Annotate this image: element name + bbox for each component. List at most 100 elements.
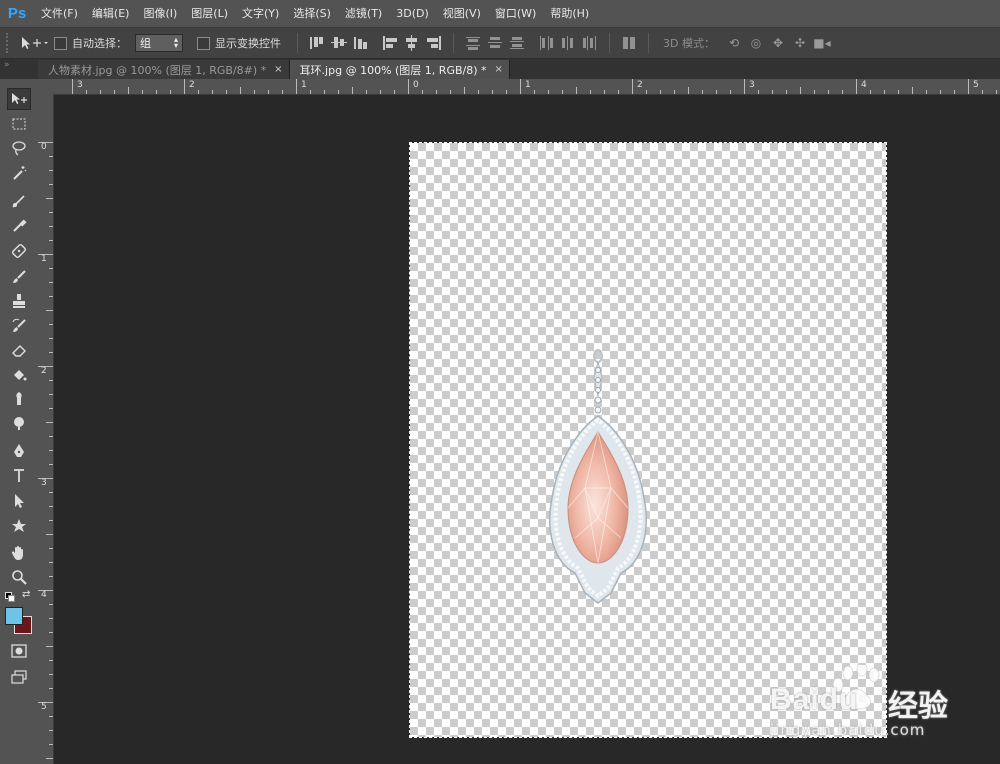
show-transform-label: 显示变换控件	[215, 37, 281, 50]
magic-wand-tool-icon[interactable]	[7, 162, 31, 184]
tab-earring[interactable]: 耳环.jpg @ 100% (图层 1, RGB/8) * ×	[289, 60, 510, 79]
ruler-label: 3	[41, 478, 47, 488]
ruler-label: 3	[77, 80, 83, 90]
menu-edit[interactable]: 编辑(E)	[85, 0, 137, 27]
auto-select-value: 组	[140, 37, 151, 50]
toolbar-collapse-toggle[interactable]: »	[0, 59, 38, 79]
separator	[648, 33, 649, 53]
ruler-vertical[interactable]: 0 1 2 3 4 5	[38, 94, 54, 764]
ruler-ticks	[72, 79, 997, 94]
align-bottom-icon[interactable]	[353, 35, 369, 51]
brush-tool-icon[interactable]	[7, 266, 31, 288]
3d-mode-label: 3D 模式：	[663, 37, 715, 50]
menu-type[interactable]: 文字(Y)	[235, 0, 286, 27]
close-icon[interactable]: ×	[274, 64, 282, 75]
distribute-right-icon[interactable]	[582, 35, 598, 51]
options-grip[interactable]	[6, 33, 14, 53]
align-left-icon[interactable]	[382, 35, 398, 51]
watermark-suffix: 经验	[888, 689, 948, 724]
align-right-icon[interactable]	[426, 35, 442, 51]
foreground-color-swatch[interactable]	[5, 607, 23, 625]
marquee-tool-icon[interactable]	[7, 113, 31, 135]
type-tool-icon[interactable]	[7, 465, 31, 487]
auto-align-layers-icon[interactable]	[621, 35, 637, 51]
document-canvas[interactable]	[409, 142, 887, 738]
clone-stamp-tool-icon[interactable]	[7, 290, 31, 312]
eyedropper-tool-icon[interactable]	[7, 215, 31, 237]
align-top-icon[interactable]	[309, 35, 325, 51]
shape-tool-icon[interactable]	[7, 515, 31, 537]
ruler-label: 5	[41, 702, 47, 712]
spot-healing-tool-icon[interactable]	[7, 240, 31, 262]
ruler-label: 3	[749, 80, 755, 90]
align-vertical-center-icon[interactable]	[331, 35, 347, 51]
distribute-left-icon[interactable]	[538, 35, 554, 51]
separator	[297, 33, 298, 53]
watermark-brand: Baidu	[770, 683, 859, 716]
swap-colors-icon[interactable]: ⇄	[22, 589, 30, 600]
document-tab-bar: 人物素材.jpg @ 100% (图层 1, RGB/8#) * × 耳环.jp…	[38, 59, 1000, 79]
tab-person-material[interactable]: 人物素材.jpg @ 100% (图层 1, RGB/8#) * ×	[38, 60, 290, 79]
menu-image[interactable]: 图像(I)	[136, 0, 184, 27]
menu-select[interactable]: 选择(S)	[286, 0, 338, 27]
path-selection-tool-icon[interactable]	[7, 490, 31, 512]
paint-bucket-tool-icon[interactable]	[7, 364, 31, 386]
default-colors-icon[interactable]	[5, 592, 15, 602]
crop-tool-icon[interactable]	[7, 191, 31, 213]
ruler-label: 1	[525, 80, 531, 90]
ruler-label: 2	[637, 80, 643, 90]
ruler-label: 1	[301, 80, 307, 90]
hand-tool-icon[interactable]	[7, 542, 31, 564]
distribute-top-icon[interactable]	[465, 35, 481, 51]
distribute-horizontal-center-icon[interactable]	[560, 35, 576, 51]
3d-slide-icon[interactable]: ✣	[792, 35, 808, 51]
ruler-ticks	[38, 142, 53, 759]
tab-label: 人物素材.jpg @ 100% (图层 1, RGB/8#) *	[48, 63, 267, 77]
menu-filter[interactable]: 滤镜(T)	[338, 0, 389, 27]
menu-window[interactable]: 窗口(W)	[488, 0, 543, 27]
history-brush-tool-icon[interactable]	[7, 315, 31, 337]
lasso-tool-icon[interactable]	[7, 137, 31, 159]
tools-panel: ⇄	[0, 79, 39, 764]
watermark-url: jingyan.baidu.com	[770, 721, 926, 739]
menu-file[interactable]: 文件(F)	[34, 0, 85, 27]
menu-help[interactable]: 帮助(H)	[543, 0, 596, 27]
dodge-tool-icon[interactable]	[7, 412, 31, 434]
ruler-horizontal[interactable]: 3 2 1 0 1 2 3 4 5	[38, 79, 1000, 95]
align-horizontal-center-icon[interactable]	[404, 35, 420, 51]
screen-mode-icon[interactable]	[7, 666, 31, 688]
eraser-tool-icon[interactable]	[7, 339, 31, 361]
menu-layer[interactable]: 图层(L)	[184, 0, 235, 27]
3d-scale-icon[interactable]: ■◂	[813, 35, 830, 51]
auto-select-checkbox[interactable]	[54, 36, 67, 50]
separator	[453, 33, 454, 53]
zoom-tool-icon[interactable]	[7, 566, 31, 588]
ruler-label: 4	[861, 80, 867, 90]
ruler-label: 2	[41, 366, 47, 376]
close-icon[interactable]: ×	[495, 64, 503, 75]
ruler-label: 0	[41, 142, 47, 152]
3d-orbit-icon[interactable]: ⟲	[726, 35, 742, 51]
quick-mask-icon[interactable]	[7, 640, 31, 662]
blur-tool-icon[interactable]	[7, 388, 31, 410]
3d-roll-icon[interactable]: ◎	[748, 35, 764, 51]
options-bar: 自动选择： 组 ▴ ▾ 显示变换控件 3D 模式： ⟲ ◎ ✥ ✣ ■◂	[0, 28, 1000, 59]
distribute-vertical-center-icon[interactable]	[487, 35, 503, 51]
menu-view[interactable]: 视图(V)	[436, 0, 488, 27]
menu-3d[interactable]: 3D(D)	[389, 0, 436, 27]
move-tool-icon[interactable]	[7, 88, 31, 110]
show-transform-checkbox[interactable]	[197, 36, 210, 50]
tab-label: 耳环.jpg @ 100% (图层 1, RGB/8) *	[299, 63, 487, 77]
tool-preset-picker[interactable]	[20, 32, 54, 54]
ruler-label: 2	[189, 80, 195, 90]
ruler-label: 0	[413, 80, 419, 90]
photoshop-logo: Ps	[7, 5, 27, 22]
ruler-label: 4	[41, 590, 47, 600]
3d-drag-icon[interactable]: ✥	[770, 35, 786, 51]
auto-select-dropdown[interactable]: 组 ▴ ▾	[135, 34, 183, 52]
move-tool-icon	[22, 37, 48, 49]
distribute-bottom-icon[interactable]	[509, 35, 525, 51]
pen-tool-icon[interactable]	[7, 440, 31, 462]
menu-bar: Ps 文件(F) 编辑(E) 图像(I) 图层(L) 文字(Y) 选择(S) 滤…	[0, 0, 1000, 28]
ruler-label: 5	[973, 80, 979, 90]
